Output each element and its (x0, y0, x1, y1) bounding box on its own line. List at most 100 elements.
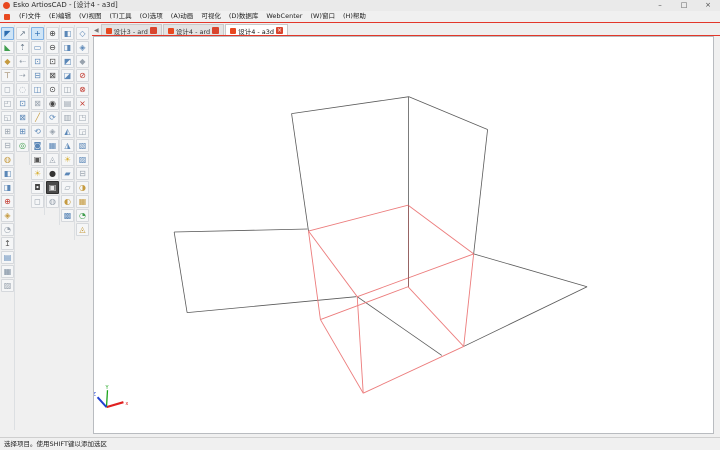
toolbar-button[interactable]: ◫ (31, 83, 44, 96)
toolbar-button[interactable]: ▩ (61, 209, 74, 222)
toolbar-button[interactable]: ◲ (76, 125, 89, 138)
toolbar-button[interactable]: ◳ (76, 111, 89, 124)
toolbar-button[interactable]: ◈ (46, 125, 59, 138)
toolbar-button[interactable]: ◙ (31, 139, 44, 152)
toolbar-button[interactable]: ◆ (1, 55, 14, 68)
toolbar-button[interactable]: ◰ (1, 97, 14, 110)
toolbar-button[interactable]: ◆ (76, 55, 89, 68)
toolbar-button[interactable]: ● (46, 167, 59, 180)
toolbar-button[interactable]: ⟳ (46, 111, 59, 124)
toolbar-button[interactable]: ◭ (61, 125, 74, 138)
toolbar-button[interactable]: ⇢ (16, 69, 29, 82)
toolbar-button[interactable]: ◪ (61, 69, 74, 82)
toolbar-button[interactable]: ⊞ (1, 125, 14, 138)
toolbar-button[interactable]: ◇ (76, 27, 89, 40)
toolbar-button[interactable]: ◌ (16, 83, 29, 96)
toolbar-button[interactable]: ◻ (31, 195, 44, 208)
tab-close-icon[interactable] (150, 27, 157, 34)
toolbar-button[interactable]: ↗ (16, 27, 29, 40)
toolbar-button[interactable]: ◧ (61, 27, 74, 40)
toolbar-button[interactable]: ☀ (31, 167, 44, 180)
toolbar-button[interactable]: ◘ (31, 181, 44, 194)
toolbar-button[interactable]: ◱ (1, 111, 14, 124)
toolbar-button[interactable]: ◉ (46, 97, 59, 110)
toolbar-button[interactable]: ▣ (31, 153, 44, 166)
toolbar-button[interactable]: ◈ (76, 41, 89, 54)
toolbar-button[interactable]: ◍ (46, 195, 59, 208)
menu-item[interactable]: WebCenter (262, 11, 306, 22)
toolbar-button[interactable]: ▣ (46, 181, 59, 194)
toolbar-button[interactable]: ⊕ (46, 27, 59, 40)
toolbar-button[interactable]: ⊟ (31, 69, 44, 82)
toolbar-button[interactable]: ⊟ (1, 139, 14, 152)
close-button[interactable]: × (696, 0, 720, 11)
toolbar-button[interactable]: ◔ (1, 223, 14, 236)
toolbar-button[interactable]: ▧ (76, 139, 89, 152)
toolbar-button[interactable]: ◤ (1, 27, 14, 40)
toolbar-button[interactable]: ⊕ (1, 195, 14, 208)
tab-close-icon[interactable] (212, 27, 219, 34)
toolbar-button[interactable]: ⟲ (31, 125, 44, 138)
toolbar-button[interactable]: ◍ (1, 153, 14, 166)
toolbar-button[interactable]: ▤ (61, 97, 74, 110)
toolbar-button[interactable]: ⊟ (76, 167, 89, 180)
toolbar-button[interactable]: ╱ (31, 111, 44, 124)
menu-item[interactable]: (E)编辑 (45, 11, 75, 22)
menu-item[interactable]: (F)文件 (15, 11, 45, 22)
menu-item[interactable]: (V)视图 (75, 11, 106, 22)
toolbar-button[interactable]: ◫ (61, 83, 74, 96)
toolbar-button[interactable]: ⊠ (46, 69, 59, 82)
toolbar-button[interactable]: ◻ (1, 83, 14, 96)
toolbar-button[interactable]: ⊙ (46, 83, 59, 96)
toolbar-button[interactable]: ▨ (1, 279, 14, 292)
document-system-menu-icon[interactable] (4, 14, 10, 20)
menu-item[interactable]: (A)动画 (167, 11, 198, 22)
toolbar-button[interactable]: ⊤ (1, 69, 14, 82)
toolbar-button[interactable]: ◮ (61, 139, 74, 152)
toolbar-button[interactable]: ▱ (61, 181, 74, 194)
toolbar-button[interactable]: ◑ (76, 181, 89, 194)
toolbar-button[interactable]: ◈ (1, 209, 14, 222)
toolbar-button[interactable]: ◨ (1, 181, 14, 194)
toolbar-button[interactable]: ▨ (76, 153, 89, 166)
menu-item[interactable]: (H)帮助 (339, 11, 370, 22)
menu-item[interactable]: (T)工具 (106, 11, 136, 22)
toolbar-button[interactable]: ⊡ (31, 55, 44, 68)
toolbar-button[interactable]: ⇠ (16, 55, 29, 68)
toolbar-button[interactable]: ▦ (46, 139, 59, 152)
toolbar-button[interactable]: ⊘ (76, 69, 89, 82)
toolbar-button[interactable]: ☀ (61, 153, 74, 166)
toolbar-button[interactable]: ◩ (61, 55, 74, 68)
toolbar-button[interactable]: ⊞ (16, 125, 29, 138)
toolbar-button[interactable]: ▭ (31, 41, 44, 54)
toolbar-button[interactable]: ↥ (1, 237, 14, 250)
toolbar-button[interactable]: ◣ (1, 41, 14, 54)
toolbar-button[interactable]: × (76, 97, 89, 110)
tab-close-icon[interactable]: × (276, 27, 283, 34)
toolbar-button[interactable]: ▦ (76, 195, 89, 208)
toolbar-button[interactable]: ▦ (1, 265, 14, 278)
toolbar-button[interactable]: ▰ (61, 167, 74, 180)
menu-item[interactable]: (O)选项 (136, 11, 167, 22)
design-canvas[interactable]: xYZ (93, 36, 714, 434)
toolbar-button[interactable]: ⊡ (46, 55, 59, 68)
toolbar-button[interactable]: ⇡ (16, 41, 29, 54)
toolbar-button[interactable]: ⊗ (76, 83, 89, 96)
toolbar-button[interactable]: ◬ (46, 153, 59, 166)
minimize-button[interactable]: – (648, 0, 672, 11)
menu-item[interactable]: (D)数据库 (225, 11, 263, 22)
menu-item[interactable]: 可视化 (197, 11, 225, 22)
toolbar-button[interactable]: ◐ (61, 195, 74, 208)
toolbar-button[interactable]: ◔ (76, 209, 89, 222)
toolbar-button[interactable]: ⊡ (16, 97, 29, 110)
toolbar-button[interactable]: + (31, 27, 44, 40)
menu-item[interactable]: (W)窗口 (306, 11, 339, 22)
toolbar-button[interactable]: ⊠ (16, 111, 29, 124)
toolbar-button[interactable]: ◨ (61, 41, 74, 54)
toolbar-button[interactable]: ◧ (1, 167, 14, 180)
toolbar-button[interactable]: ⊠ (31, 97, 44, 110)
maximize-button[interactable]: □ (672, 0, 696, 11)
toolbar-button[interactable]: ◬ (76, 223, 89, 236)
toolbar-button[interactable]: ▥ (61, 111, 74, 124)
toolbar-button[interactable]: ◎ (16, 139, 29, 152)
